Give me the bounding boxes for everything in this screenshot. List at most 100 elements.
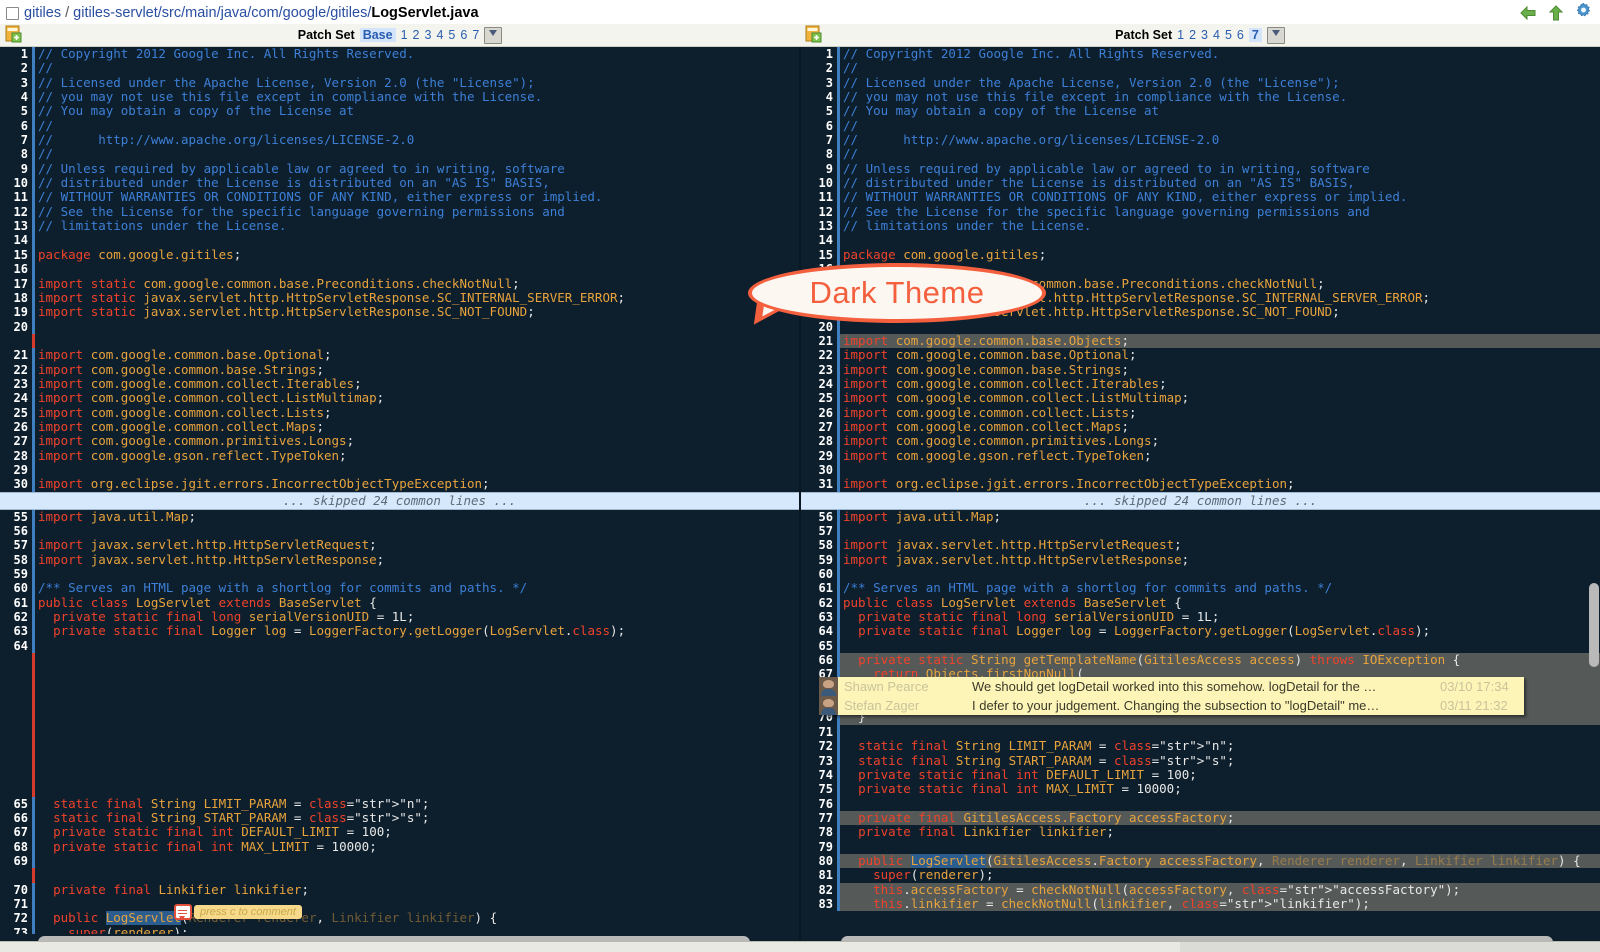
comment-bubble-icon[interactable]	[174, 904, 192, 920]
patchset-right-option-3[interactable]: 3	[1201, 28, 1208, 42]
line-content[interactable]: //	[840, 61, 1600, 75]
diff-line[interactable]: 21import com.google.common.base.Optional…	[0, 348, 799, 362]
diff-line[interactable]: 2//	[0, 61, 799, 75]
patchset-right-option-7[interactable]: 7	[1249, 28, 1262, 42]
line-number[interactable]: 14	[801, 233, 837, 247]
diff-line[interactable]: 82 this.accessFactory = checkNotNull(acc…	[801, 883, 1600, 897]
download-icon[interactable]	[1267, 27, 1285, 44]
diff-line[interactable]: 19import static javax.servlet.http.HttpS…	[0, 305, 799, 319]
diff-line[interactable]: 56	[0, 524, 799, 538]
diff-line[interactable]: 28import com.google.gson.reflect.TypeTok…	[0, 449, 799, 463]
line-number[interactable]: 1	[801, 47, 837, 61]
diff-line[interactable]	[0, 682, 799, 696]
diff-line[interactable]: 9// Unless required by applicable law or…	[801, 162, 1600, 176]
line-content[interactable]: // Copyright 2012 Google Inc. All Rights…	[840, 47, 1600, 61]
line-number[interactable]: 67	[0, 825, 32, 839]
diff-line[interactable]: 58import javax.servlet.http.HttpServletR…	[801, 538, 1600, 552]
diff-line[interactable]: 74 private static final int DEFAULT_LIMI…	[801, 768, 1600, 782]
line-content[interactable]	[35, 739, 799, 753]
line-content[interactable]: import com.google.gson.reflect.TypeToken…	[840, 449, 1600, 463]
patchset-right-option-2[interactable]: 2	[1189, 28, 1196, 42]
diff-line[interactable]: 9// Unless required by applicable law or…	[0, 162, 799, 176]
line-number[interactable]: 3	[801, 76, 837, 90]
line-content[interactable]	[35, 897, 799, 911]
line-number[interactable]: 2	[0, 61, 32, 75]
diff-line[interactable]: 25import com.google.common.collect.Lists…	[0, 406, 799, 420]
line-number[interactable]: 11	[801, 190, 837, 204]
line-number[interactable]: 63	[801, 610, 837, 624]
diff-line[interactable]: 63 private static final long serialVersi…	[801, 610, 1600, 624]
line-number[interactable]: 62	[0, 610, 32, 624]
line-content[interactable]: // you may not use this file except in c…	[840, 90, 1600, 104]
diff-line[interactable]: 59import javax.servlet.http.HttpServletR…	[801, 553, 1600, 567]
line-number[interactable]	[0, 739, 32, 753]
diff-line[interactable]: 18import static javax.servlet.http.HttpS…	[0, 291, 799, 305]
line-number[interactable]: 28	[0, 449, 32, 463]
line-number[interactable]: 13	[801, 219, 837, 233]
line-content[interactable]: import org.eclipse.jgit.errors.Incorrect…	[35, 477, 799, 491]
diff-line[interactable]: 22import com.google.common.base.Strings;	[0, 363, 799, 377]
line-number[interactable]	[0, 667, 32, 681]
line-number[interactable]: 9	[801, 162, 837, 176]
line-content[interactable]: this.linkifier = checkNotNull(linkifier,…	[840, 897, 1600, 911]
diff-line[interactable]: 13// limitations under the License.	[0, 219, 799, 233]
diff-line[interactable]: 3// Licensed under the Apache License, V…	[801, 76, 1600, 90]
line-number[interactable]: 30	[0, 477, 32, 491]
line-content[interactable]: private static final long serialVersionU…	[35, 610, 799, 624]
line-number[interactable]: 3	[0, 76, 32, 90]
line-content[interactable]: //	[35, 147, 799, 161]
line-number[interactable]: 59	[801, 553, 837, 567]
line-content[interactable]: import java.util.Map;	[840, 510, 1600, 524]
diff-line[interactable]: 60	[801, 567, 1600, 581]
patchset-left-option-6[interactable]: 6	[460, 28, 467, 42]
line-content[interactable]	[840, 320, 1600, 334]
line-number[interactable]: 9	[0, 162, 32, 176]
diff-line[interactable]: 1// Copyright 2012 Google Inc. All Right…	[0, 47, 799, 61]
line-number[interactable]: 62	[801, 596, 837, 610]
diff-line[interactable]: 17import static com.google.common.base.P…	[0, 277, 799, 291]
line-content[interactable]	[35, 710, 799, 724]
patchset-left-option-2[interactable]: 2	[413, 28, 420, 42]
line-number[interactable]: 70	[0, 883, 32, 897]
line-content[interactable]	[35, 682, 799, 696]
patchset-left-option-3[interactable]: 3	[425, 28, 432, 42]
patchset-right-option-4[interactable]: 4	[1213, 28, 1220, 42]
line-number[interactable]: 8	[0, 147, 32, 161]
line-content[interactable]: import org.eclipse.jgit.errors.Incorrect…	[840, 477, 1600, 491]
line-number[interactable]	[0, 725, 32, 739]
line-content[interactable]: import com.google.common.collect.Maps;	[35, 420, 799, 434]
line-number[interactable]: 83	[801, 897, 837, 911]
breadcrumb-project[interactable]: gitiles	[24, 5, 61, 21]
line-content[interactable]	[840, 233, 1600, 247]
line-content[interactable]: import com.google.common.base.Optional;	[35, 348, 799, 362]
line-content[interactable]: public LogServlet(GitilesAccess.Factory …	[840, 854, 1600, 868]
gear-icon[interactable]	[1575, 2, 1592, 24]
diff-line[interactable]: 28import com.google.common.primitives.Lo…	[801, 434, 1600, 448]
line-content[interactable]	[840, 840, 1600, 854]
line-content[interactable]: import javax.servlet.http.HttpServletReq…	[35, 538, 799, 552]
line-content[interactable]	[35, 667, 799, 681]
diff-line[interactable]	[0, 754, 799, 768]
diff-line[interactable]: 65	[801, 639, 1600, 653]
line-number[interactable]: 12	[801, 205, 837, 219]
line-number[interactable]: 81	[801, 868, 837, 882]
diff-line[interactable]	[0, 782, 799, 796]
line-content[interactable]: public LogServlet(Renderer renderer, Lin…	[35, 911, 799, 925]
diff-line[interactable]: 27import com.google.common.primitives.Lo…	[0, 434, 799, 448]
right-vertical-scrollbar[interactable]	[1589, 583, 1599, 667]
diff-line[interactable]: 81 super(renderer);	[801, 868, 1600, 882]
line-content[interactable]: import static javax.servlet.http.HttpSer…	[35, 291, 799, 305]
diff-line[interactable]: 5// You may obtain a copy of the License…	[0, 104, 799, 118]
diff-line[interactable]: 8//	[0, 147, 799, 161]
line-number[interactable]: 5	[0, 104, 32, 118]
line-content[interactable]: private final Linkifier linkifier;	[35, 883, 799, 897]
diff-line[interactable]: 73 static final String START_PARAM = cla…	[801, 754, 1600, 768]
diff-line[interactable]: 62 private static final long serialVersi…	[0, 610, 799, 624]
diff-pane-right[interactable]: 1// Copyright 2012 Google Inc. All Right…	[801, 47, 1600, 952]
line-content[interactable]	[35, 524, 799, 538]
line-content[interactable]: private static final int MAX_LIMIT = 100…	[35, 840, 799, 854]
line-number[interactable]: 60	[0, 581, 32, 595]
diff-line[interactable]	[0, 725, 799, 739]
line-content[interactable]	[35, 754, 799, 768]
line-content[interactable]: package com.google.gitiles;	[840, 248, 1600, 262]
